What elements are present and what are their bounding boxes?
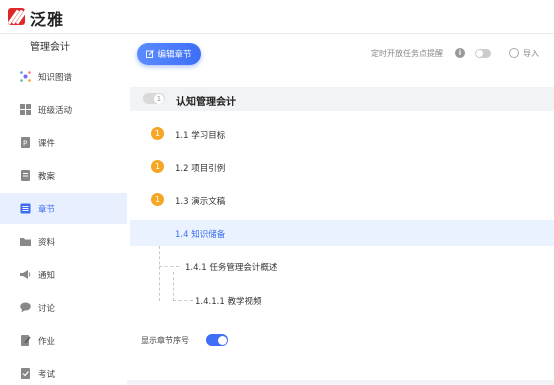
brand-logo-icon[interactable]: [8, 8, 25, 25]
section-row[interactable]: 1 1.1 学习目标: [130, 121, 554, 147]
import-icon[interactable]: [509, 48, 519, 58]
sidebar-item-courseware[interactable]: P 课件: [0, 127, 127, 158]
sidebar-item-label: 教案: [38, 171, 56, 182]
sidebar-item-homework[interactable]: 作业: [0, 325, 127, 356]
sidebar-item-chapter[interactable]: 章节: [0, 193, 127, 224]
sidebar-item-notice[interactable]: 通知: [0, 259, 127, 290]
sidebar-item-label: 班级活动: [38, 105, 73, 116]
section-row-active[interactable]: 1.4 知识储备: [130, 220, 554, 246]
sidebar-item-label: 作业: [38, 336, 56, 347]
task-count-badge: 1: [151, 193, 164, 206]
brand-name[interactable]: 泛雅: [30, 6, 64, 30]
import-button[interactable]: 导入: [523, 48, 539, 59]
megaphone-icon: [20, 270, 31, 279]
task-count-badge: 1: [151, 127, 164, 140]
chapter-panel: 编辑章节 定时开放任务点提醒 i 导入 1 认知管理会计 1 1.1 学习目标 …: [127, 34, 554, 380]
sidebar-item-label: 课件: [38, 138, 56, 149]
subsection-row[interactable]: 1.4.1.1 教学视频: [130, 287, 554, 313]
show-chapter-number-toggle[interactable]: [206, 334, 228, 346]
subsection-row[interactable]: 1.4.1 任务管理会计概述: [130, 253, 554, 279]
task-count-badge: 1: [151, 160, 164, 173]
section-label: 1.4.1.1 教学视频: [195, 297, 262, 307]
courseware-icon: P: [21, 137, 30, 148]
homework-icon: [21, 335, 31, 346]
sidebar-item-discussion[interactable]: 讨论: [0, 292, 127, 323]
info-icon[interactable]: i: [455, 48, 465, 58]
section-label: 1.4 知识储备: [175, 230, 226, 240]
sidebar: 管理会计 知识图谱 班级活动 P 课件 教案 章节 资料 通知 讨论 作业 考试: [0, 34, 127, 385]
chapter-number-badge: 1: [143, 93, 165, 104]
sidebar-item-class-activity[interactable]: 班级活动: [0, 94, 127, 125]
sidebar-item-knowledge-graph[interactable]: 知识图谱: [0, 61, 127, 92]
top-bar: 泛雅: [0, 0, 554, 34]
section-label: 1.1 学习目标: [175, 131, 226, 141]
timer-reminder-toggle[interactable]: [475, 49, 491, 58]
sidebar-item-label: 资料: [38, 237, 56, 248]
edit-chapter-button[interactable]: 编辑章节: [137, 43, 201, 65]
show-chapter-number-label: 显示章节序号: [141, 336, 189, 345]
section-label: 1.3 演示文稿: [175, 197, 226, 207]
course-title: 管理会计: [30, 42, 70, 53]
sidebar-item-label: 知识图谱: [38, 72, 73, 83]
section-row[interactable]: 1 1.3 演示文稿: [130, 187, 554, 213]
sidebar-item-label: 通知: [38, 270, 56, 281]
edit-icon: [146, 50, 155, 58]
sidebar-item-materials[interactable]: 资料: [0, 226, 127, 257]
sidebar-item-label: 讨论: [38, 303, 56, 314]
chapter-icon: [20, 203, 31, 214]
knowledge-graph-icon: [20, 71, 31, 82]
section-label: 1.2 项目引例: [175, 164, 226, 174]
lesson-plan-icon: [21, 170, 30, 181]
section-label: 1.4.1 任务管理会计概述: [185, 263, 278, 273]
chapter-row[interactable]: 1 认知管理会计: [130, 87, 554, 111]
exam-icon: [21, 368, 30, 379]
sidebar-item-label: 考试: [38, 369, 56, 380]
timer-reminder-label: 定时开放任务点提醒: [371, 49, 443, 58]
folder-icon: [20, 238, 31, 246]
class-activity-icon: [20, 104, 31, 115]
chat-icon: [20, 302, 31, 313]
section-row[interactable]: 1 1.2 项目引例: [130, 154, 554, 180]
sidebar-item-label: 章节: [38, 204, 56, 215]
svg-text:P: P: [23, 140, 27, 148]
chapter-title: 认知管理会计: [176, 97, 236, 108]
sidebar-item-lesson-plan[interactable]: 教案: [0, 160, 127, 191]
edit-chapter-label: 编辑章节: [157, 50, 192, 60]
sidebar-item-exam[interactable]: 考试: [0, 358, 127, 385]
